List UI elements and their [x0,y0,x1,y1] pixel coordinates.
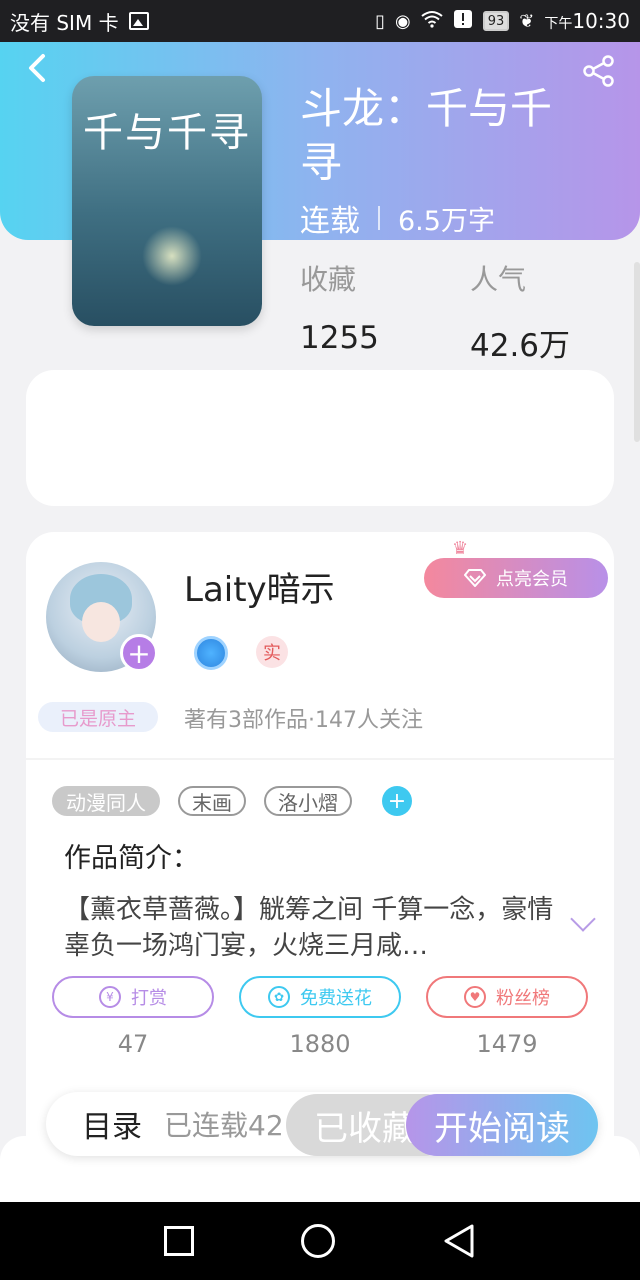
share-button[interactable] [582,54,616,88]
reward-count: 47 [117,1030,149,1058]
author-name[interactable]: Laity暗示 [184,562,335,611]
share-icon [583,55,614,87]
send-flower-button[interactable]: ✿ 免费送花 [239,976,401,1018]
real-name-badge: 实 [256,636,288,668]
medal-icon[interactable] [194,636,228,670]
blank-card [26,370,614,506]
favorites-value: 1255 [300,320,379,356]
serial-status: 连载 [300,204,360,239]
flower-icon: ✿ [268,986,290,1008]
flower-count: 1880 [289,1030,351,1058]
reward-button[interactable]: ¥ 打赏 [52,976,214,1018]
divider [26,758,614,760]
popularity-label: 人气 [470,263,527,296]
yen-icon: ¥ [99,986,121,1008]
scrollbar[interactable] [634,262,640,442]
eye-icon: ◉ [395,10,411,32]
navigation-bar [0,1202,640,1280]
book-title: 斗龙：千与千寻 [300,84,553,187]
add-tag-icon[interactable]: + [382,786,412,816]
clock: 10:30 [572,9,630,33]
wifi-icon [421,10,443,33]
cover-title: 千与千寻 [83,110,251,156]
book-meta: 连载 6.5万字 [300,196,495,240]
recents-icon[interactable] [163,1226,194,1256]
owner-badge: 已是原主 [38,702,158,732]
intro-title: 作品简介： [64,843,199,874]
meta-divider [378,206,380,230]
status-bar: 没有 SIM 卡 ▯ ◉ 93 ❦ 下午10:30 [0,0,640,42]
intro-text[interactable]: 【薰衣草蔷薇。】觥筹之间 千算一念，豪情辜负一场鸿门宴，火烧三月咸… [64,892,564,964]
tag-item[interactable]: 洛小熠 [264,786,352,816]
avatar-face [82,602,120,642]
word-count: 6.5万字 [398,205,495,237]
back-nav-icon[interactable] [442,1223,476,1259]
vip-button-label: 点亮会员 [496,569,568,590]
home-icon[interactable] [300,1224,335,1258]
popularity-value: 42.6万 [470,328,571,364]
favorites-label: 收藏 [300,263,357,296]
user-heart-icon: ♥ [464,986,486,1008]
tag-list: 动漫同人 末画 洛小熠 + [52,786,412,816]
back-button[interactable] [22,50,52,86]
send-flower-label: 免费送花 [300,988,372,1009]
book-cover[interactable]: 千与千寻 [72,76,262,326]
alert-icon [453,9,473,34]
crown-icon: ♛ [452,538,469,559]
leaf-icon: ❦ [519,10,535,32]
vip-button[interactable]: 点亮会员 [424,558,608,598]
popularity-stat: 人气 42.6万 [470,258,570,365]
tag-item[interactable]: 末画 [178,786,246,816]
vibrate-icon: ▯ [375,10,385,32]
cover-illustration [142,226,202,286]
start-reading-button[interactable]: 开始阅读 [406,1094,598,1156]
tag-item[interactable]: 动漫同人 [52,786,160,816]
fan-ranking-button[interactable]: ♥ 粉丝榜 [426,976,588,1018]
author-stats: 著有3部作品·147人关注 [184,708,423,733]
toc-label: 目录 [82,1110,142,1145]
battery-icon: 93 [482,11,510,31]
back-arrow-icon [29,54,45,82]
follow-plus-icon[interactable]: + [120,634,158,672]
reward-label: 打赏 [131,988,167,1009]
fan-count: 1479 [476,1030,538,1058]
favorites-stat: 收藏 1255 [300,258,379,356]
fan-ranking-label: 粉丝榜 [496,988,550,1009]
carrier-text: 没有 SIM 卡 [10,10,119,35]
image-notification-icon [128,12,149,30]
expand-chevron-icon[interactable] [570,906,596,932]
time-prefix: 下午 [544,16,573,32]
diamond-icon [464,569,486,587]
